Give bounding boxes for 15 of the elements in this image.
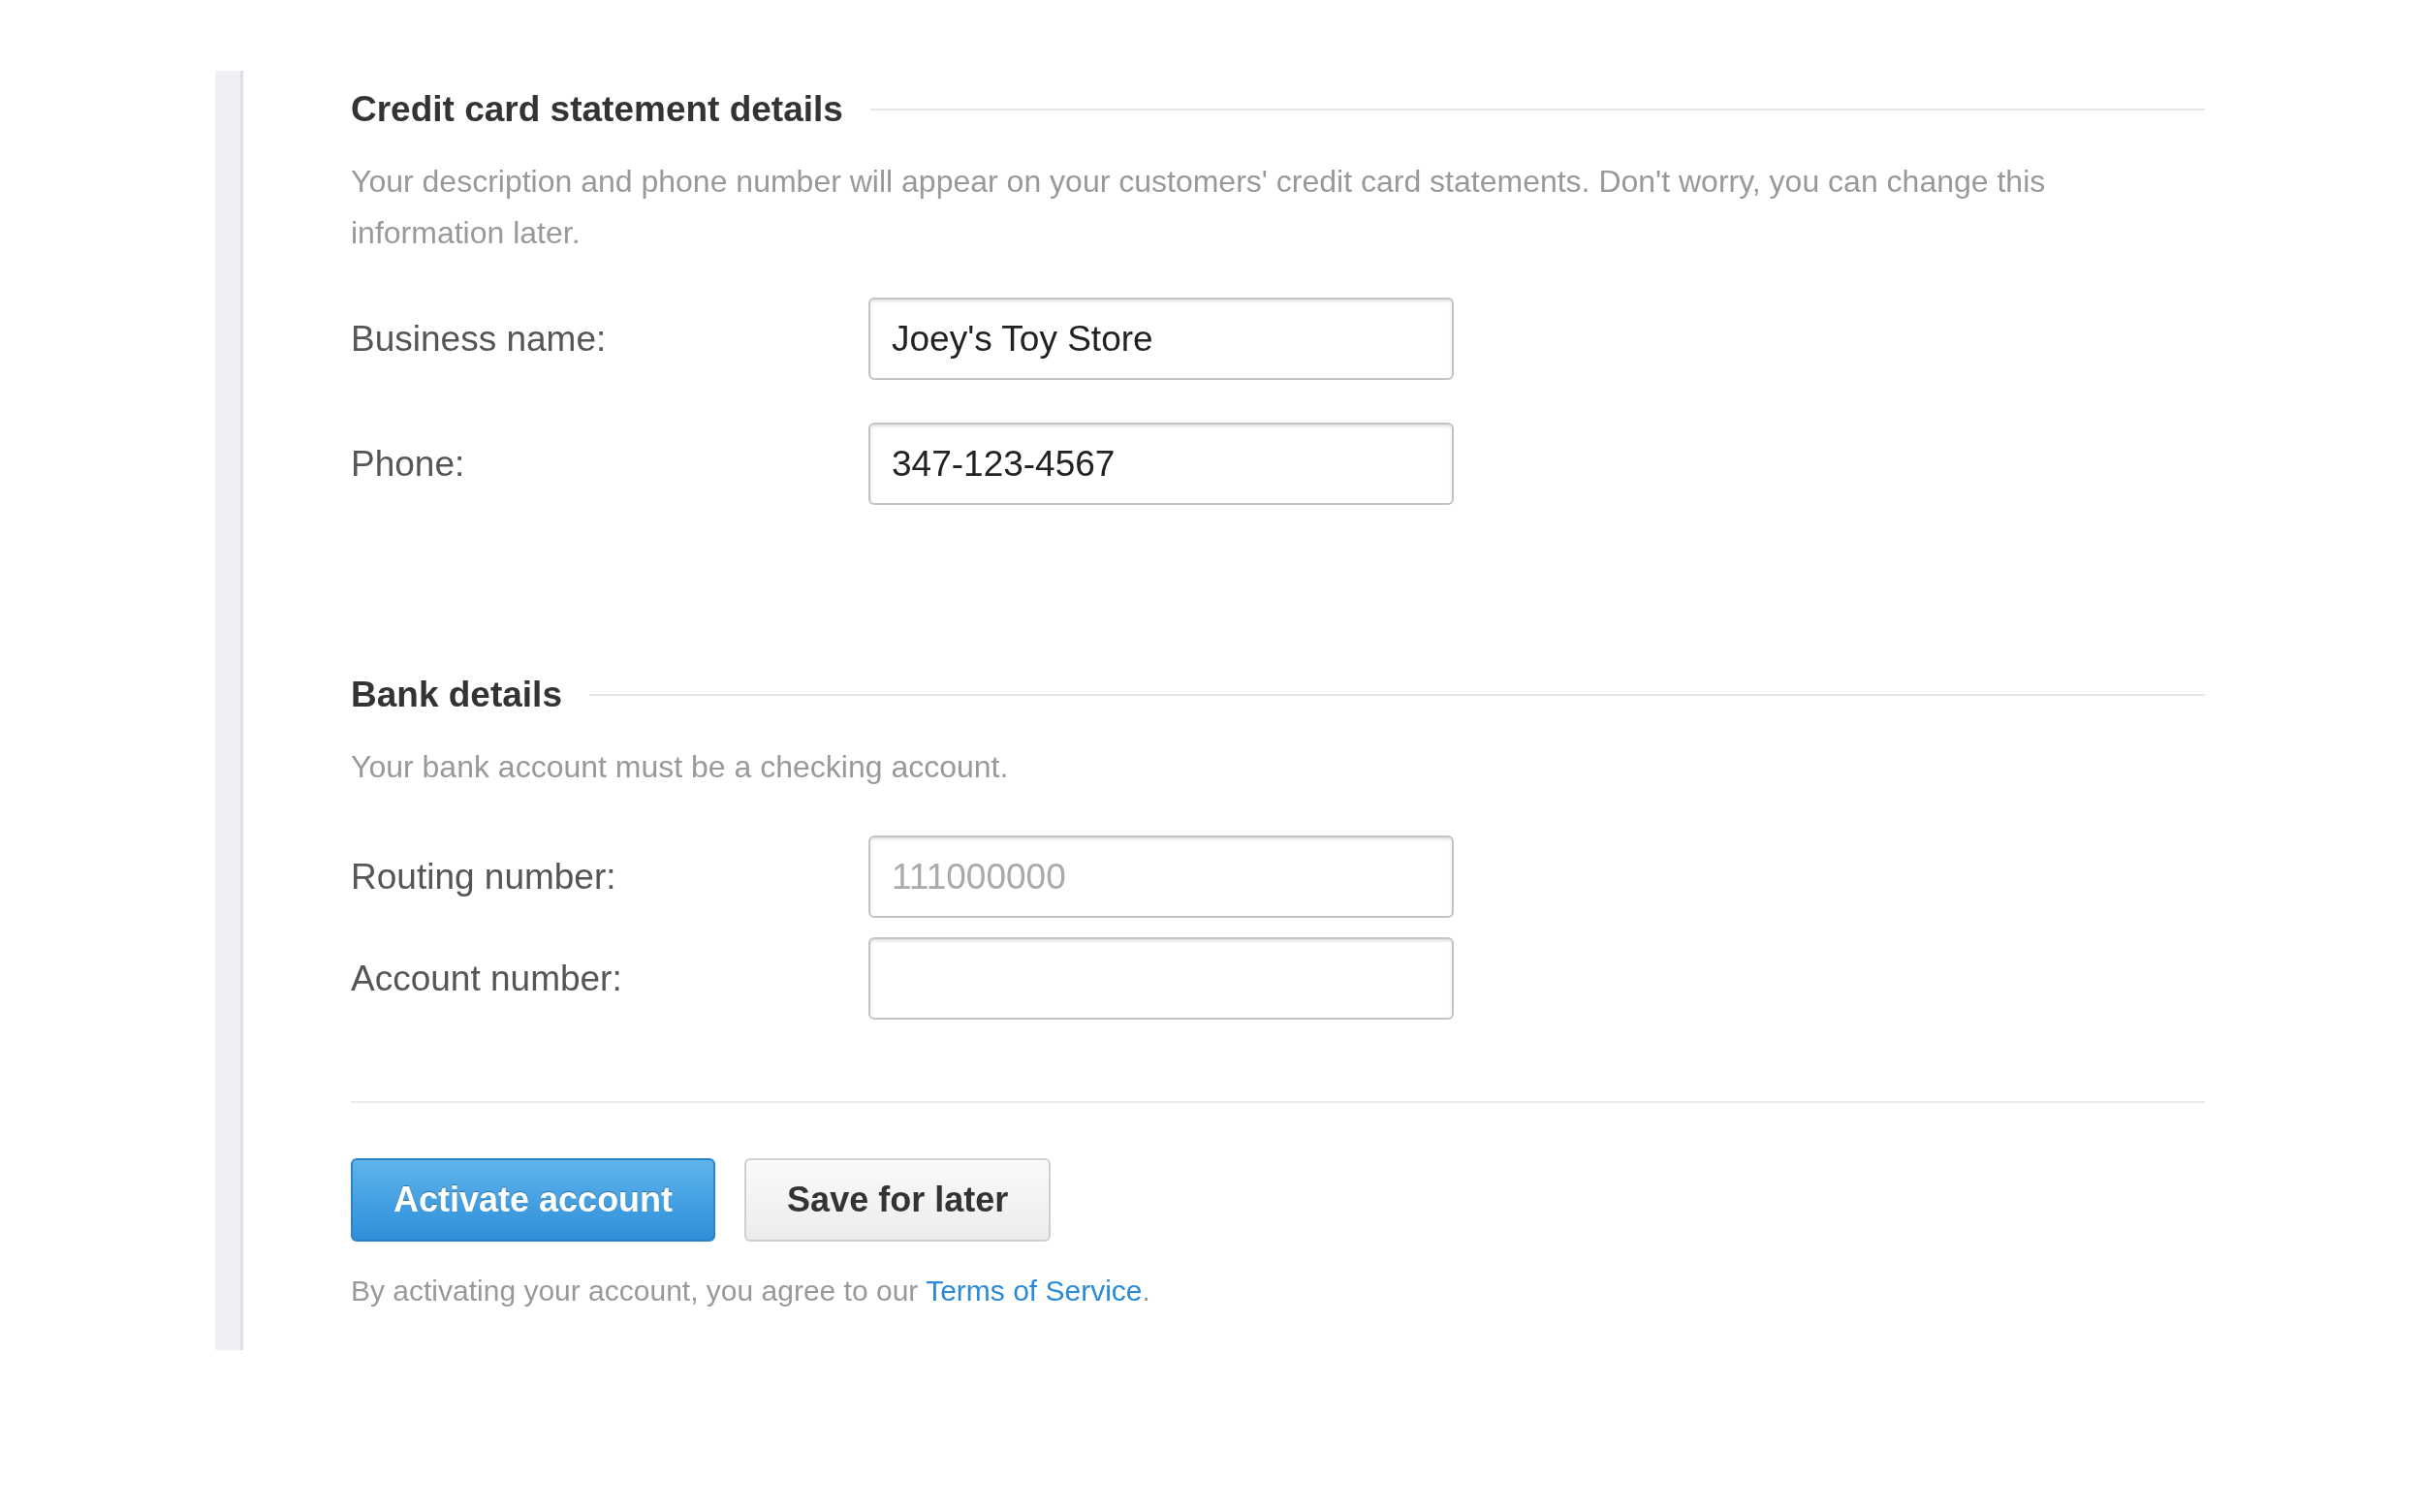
field-label: Account number: (351, 958, 623, 999)
terms-link[interactable]: Terms of Service (926, 1275, 1143, 1307)
section-heading: Credit card statement details (351, 89, 843, 130)
save-button[interactable]: Save for later (744, 1158, 1052, 1242)
input-field[interactable]: Joey's Toy Store (868, 298, 1454, 380)
terms-notice: By activating your account, you agree to our Terms of Service. (351, 1275, 1151, 1307)
field-label: Phone: (351, 443, 466, 485)
field-label: Business name: (351, 318, 608, 360)
field-label: Routing number: (351, 856, 617, 898)
section-heading: Bank details (351, 675, 562, 715)
section-description: Your bank account must be a checking account. (351, 748, 1010, 786)
input-field[interactable] (868, 937, 1454, 1020)
input-field[interactable]: 111000000 (868, 835, 1454, 918)
input-field[interactable]: 347-123-4567 (868, 423, 1454, 505)
section-description: Your description and phone number will appear on your customers' credit card statements. Don't worry, you can change this information later. (351, 163, 2047, 252)
